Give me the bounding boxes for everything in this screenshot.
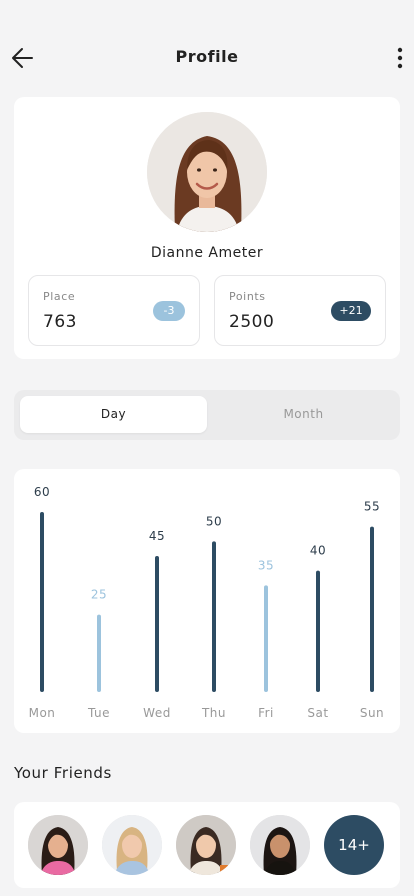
chart-category-label: Wed	[143, 706, 171, 720]
chart-category-label: Sun	[360, 706, 384, 720]
chart-value-label: 40	[310, 544, 326, 558]
friends-section-title: Your Friends	[14, 764, 112, 782]
place-change-badge: -3	[153, 301, 185, 321]
chart-value-label: 35	[258, 558, 274, 572]
more-options-button[interactable]	[394, 46, 406, 70]
chart-category-label: Sat	[307, 706, 328, 720]
chart-value-label: 60	[34, 485, 50, 499]
place-stat: Place 763 -3	[28, 275, 200, 346]
header: Profile	[0, 38, 414, 78]
points-stat: Points 2500 +21	[214, 275, 386, 346]
chart-value-label: 25	[91, 588, 107, 602]
activity-chart-card: 60 Mon 25 Tue 45 Wed 50 Thu 35 Fri 40 Sat 55 Sun	[14, 469, 400, 733]
friend-avatar-image	[102, 815, 162, 875]
profile-name: Dianne Ameter	[150, 245, 264, 261]
more-friends-button[interactable]: 14+	[324, 815, 384, 875]
avatar-portrait	[147, 112, 267, 232]
place-value: 763	[43, 312, 77, 332]
activity-chart: 60 Mon 25 Tue 45 Wed 50 Thu 35 Fri 40 Sat 55 Sun	[29, 485, 384, 720]
friend-avatar[interactable]	[28, 815, 88, 875]
points-value: 2500	[229, 312, 275, 332]
friend-avatar[interactable]	[102, 815, 162, 875]
friend-avatar-image	[28, 815, 88, 875]
chart-value-label: 55	[364, 500, 380, 514]
avatar[interactable]	[147, 112, 267, 232]
friend-avatar[interactable]	[250, 815, 310, 875]
chart-category-label: Tue	[87, 706, 110, 720]
points-change-badge: +21	[331, 301, 371, 321]
period-tabs: Day Month	[14, 390, 400, 440]
chart-value-label: 50	[206, 514, 222, 528]
profile-card: Dianne Ameter Place 763 -3 Points 2500 +…	[14, 97, 400, 359]
chart-category-label: Mon	[29, 706, 56, 720]
friend-avatar[interactable]	[176, 815, 236, 875]
page-title: Profile	[175, 47, 239, 66]
friend-avatar-image	[250, 815, 310, 875]
tab-month[interactable]: Month	[210, 396, 397, 433]
more-vertical-icon	[397, 47, 403, 69]
chart-category-label: Fri	[258, 706, 274, 720]
place-label: Place	[43, 290, 76, 303]
chart-category-label: Thu	[201, 706, 226, 720]
tab-day[interactable]: Day	[20, 396, 207, 433]
points-label: Points	[229, 290, 266, 303]
chart-value-label: 45	[149, 529, 165, 543]
friend-avatar-image	[176, 815, 236, 875]
friends-card: 14+	[14, 802, 400, 888]
